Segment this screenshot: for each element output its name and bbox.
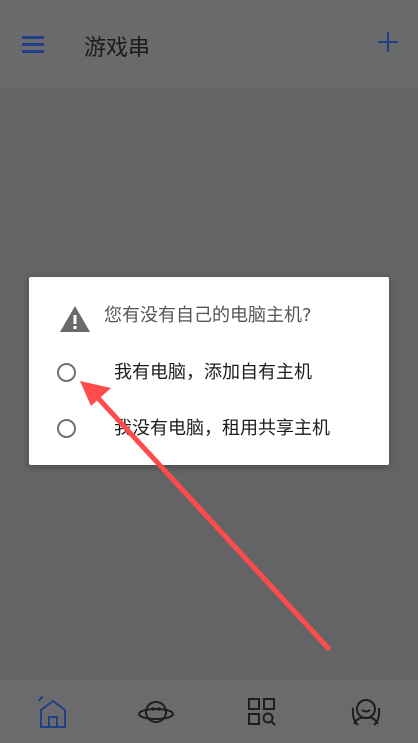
option-label: 我没有电脑，租用共享主机 <box>114 418 330 439</box>
radio-button[interactable] <box>57 363 76 382</box>
dialog-title: 您有没有自己的电脑主机? <box>104 305 312 326</box>
grid-search-icon[interactable] <box>244 694 280 730</box>
page-title: 游戏串 <box>84 36 151 61</box>
option-label: 我有电脑，添加自有主机 <box>114 362 312 383</box>
add-icon[interactable] <box>376 30 400 54</box>
warning-icon <box>60 306 90 332</box>
user-profile-icon[interactable] <box>348 694 384 730</box>
home-icon[interactable] <box>36 694 72 730</box>
radio-button[interactable] <box>57 419 76 438</box>
planet-icon[interactable] <box>138 694 174 730</box>
host-choice-dialog: 您有没有自己的电脑主机? 我有电脑，添加自有主机 我没有电脑，租用共享主机 <box>29 277 389 465</box>
top-app-bar: 游戏串 <box>0 0 418 88</box>
menu-icon[interactable] <box>20 34 46 56</box>
bottom-navigation <box>0 680 418 743</box>
